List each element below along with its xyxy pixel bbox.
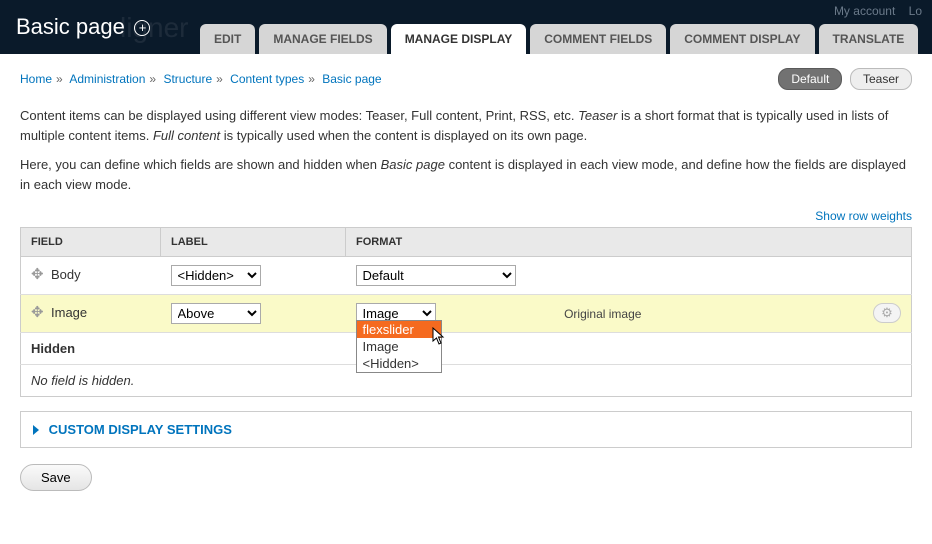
hidden-section-header: Hidden [21,333,912,365]
crumb-content-types[interactable]: Content types [230,72,304,86]
tab-edit[interactable]: EDIT [200,24,255,54]
tab-comment-fields[interactable]: COMMENT FIELDS [530,24,666,54]
mode-default-button[interactable]: Default [778,68,842,90]
col-label: LABEL [161,228,346,257]
field-name: Body [51,267,81,282]
my-account-link[interactable]: My account [834,4,895,18]
col-field: FIELD [21,228,161,257]
show-row-weights: Show row weights [20,208,912,223]
primary-tabs: EDIT MANAGE FIELDS MANAGE DISPLAY COMMEN… [200,24,918,54]
drag-handle-icon[interactable]: ✥ [31,303,45,321]
format-select-body[interactable]: Default [356,265,516,286]
no-hidden-row: No field is hidden. [21,365,912,397]
page-title: Basic page [16,0,125,54]
tab-comment-display[interactable]: COMMENT DISPLAY [670,24,814,54]
mode-teaser-button[interactable]: Teaser [850,68,912,90]
account-links: My account Lo [824,4,922,18]
drag-handle-icon[interactable]: ✥ [31,265,45,283]
crumb-home[interactable]: Home [20,72,52,86]
col-format: FORMAT [346,228,912,257]
format-summary: Original image [439,307,766,321]
crumb-basic-page[interactable]: Basic page [322,72,381,86]
description-2: Here, you can define which fields are sh… [20,155,912,194]
description-1: Content items can be displayed using dif… [20,106,912,145]
dropdown-option-hidden[interactable]: <Hidden> [357,355,441,372]
label-select-image[interactable]: Above [171,303,261,324]
tab-translate[interactable]: TRANSLATE [819,24,919,54]
add-icon[interactable]: + [134,20,150,36]
crumb-structure[interactable]: Structure [163,72,212,86]
view-mode-buttons: Default Teaser [774,68,912,90]
main-content: Default Teaser Home» Administration» Str… [0,54,932,509]
label-select-body[interactable]: <Hidden> [171,265,261,286]
dropdown-option-flexslider[interactable]: flexslider [357,321,441,338]
fields-table: FIELD LABEL FORMAT ✥ Body <Hidden> Defaul… [20,227,912,397]
field-name: Image [51,305,87,320]
gear-icon[interactable]: ⚙ [873,303,901,323]
tab-manage-display[interactable]: MANAGE DISPLAY [391,24,527,54]
logout-link[interactable]: Lo [909,4,922,18]
save-button[interactable]: Save [20,464,92,491]
crumb-administration[interactable]: Administration [69,72,145,86]
custom-settings-title: CUSTOM DISPLAY SETTINGS [49,422,232,437]
show-row-weights-link[interactable]: Show row weights [815,209,912,223]
table-row: ✥ Body <Hidden> Default [21,257,912,295]
tab-manage-fields[interactable]: MANAGE FIELDS [259,24,386,54]
custom-display-settings[interactable]: CUSTOM DISPLAY SETTINGS [20,411,912,448]
background-watermark: ligner [120,12,188,44]
format-dropdown: flexslider Image <Hidden> [356,320,442,373]
table-row: ✥Image Above Image ⚙ Original image flex… [21,295,912,333]
page-header: Basic page + ligner My account Lo EDIT M… [0,0,932,54]
expand-icon [33,425,39,435]
dropdown-option-image[interactable]: Image [357,338,441,355]
